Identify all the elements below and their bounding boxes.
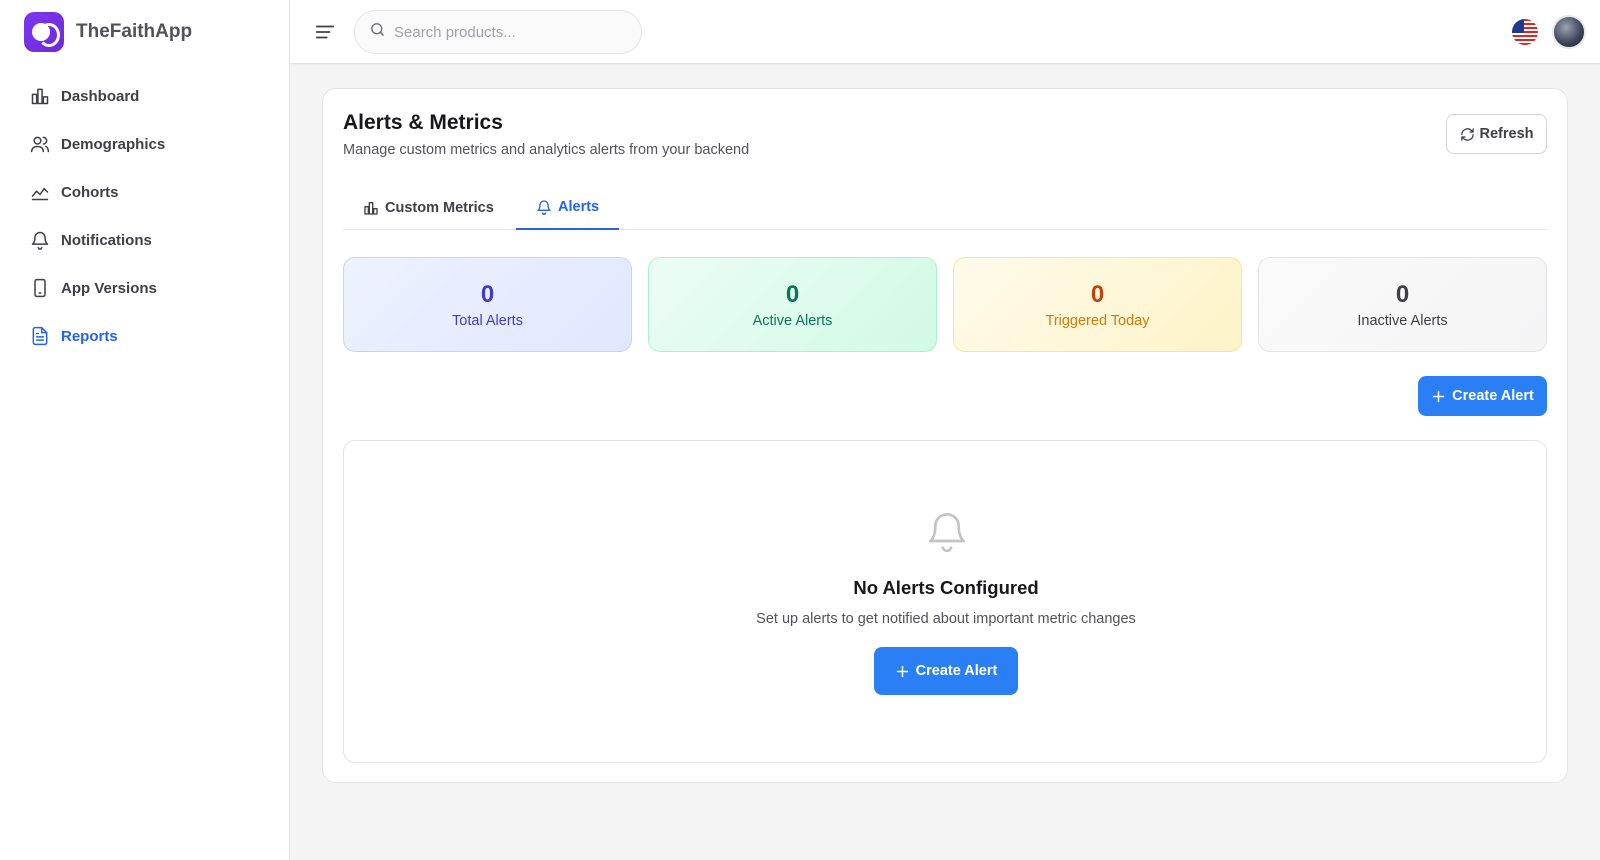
stat-value: 0 xyxy=(480,280,495,308)
stat-value: 0 xyxy=(785,280,800,308)
page-subtitle: Manage custom metrics and analytics aler… xyxy=(343,142,750,158)
bell-icon xyxy=(29,229,51,251)
page-title: Alerts & Metrics xyxy=(343,111,503,134)
tab-label: Custom Metrics xyxy=(385,199,494,216)
stat-label: Total Alerts xyxy=(452,312,523,329)
create-alert-label: Create Alert xyxy=(1452,388,1534,404)
top-bar xyxy=(290,0,1600,64)
sidebar: TheFaithApp Dashboard Demographics Cohor… xyxy=(0,0,290,860)
stat-inactive-alerts: 0 Inactive Alerts xyxy=(1258,257,1547,352)
sidebar-item-app-versions[interactable]: App Versions xyxy=(0,264,289,312)
tab-alerts[interactable]: Alerts xyxy=(516,185,620,230)
menu-toggle-icon[interactable] xyxy=(314,21,336,43)
plus-icon xyxy=(1431,389,1446,404)
search-box xyxy=(354,10,642,54)
app-logo-icon xyxy=(24,12,64,52)
stat-value: 0 xyxy=(1090,280,1105,308)
sidebar-item-label: Reports xyxy=(61,327,118,345)
refresh-icon xyxy=(1460,127,1475,142)
empty-state-title: No Alerts Configured xyxy=(853,577,1039,598)
sidebar-item-dashboard[interactable]: Dashboard xyxy=(0,72,289,120)
sidebar-item-label: Dashboard xyxy=(61,87,140,105)
empty-state-subtitle: Set up alerts to get notified about impo… xyxy=(756,611,1136,627)
trend-line-icon xyxy=(29,181,51,203)
sidebar-item-label: Cohorts xyxy=(61,183,119,201)
bell-icon xyxy=(927,509,967,553)
stat-triggered-today: 0 Triggered Today xyxy=(953,257,1242,352)
sidebar-nav: Dashboard Demographics Cohorts Notificat… xyxy=(0,72,289,360)
us-flag-icon[interactable] xyxy=(1512,19,1538,45)
stat-active-alerts: 0 Active Alerts xyxy=(648,257,937,352)
plus-icon xyxy=(895,664,910,679)
create-alert-label: Create Alert xyxy=(915,663,998,679)
alerts-metrics-card: Alerts & Metrics Manage custom metrics a… xyxy=(322,88,1568,783)
sidebar-item-reports[interactable]: Reports xyxy=(0,312,289,360)
sidebar-item-cohorts[interactable]: Cohorts xyxy=(0,168,289,216)
stat-label: Active Alerts xyxy=(752,312,833,329)
stat-label: Triggered Today xyxy=(1045,312,1150,329)
bell-icon xyxy=(536,199,552,215)
refresh-button[interactable]: Refresh xyxy=(1446,114,1547,154)
tab-bar: Custom Metrics Alerts xyxy=(343,185,1547,230)
sidebar-item-notifications[interactable]: Notifications xyxy=(0,216,289,264)
users-icon xyxy=(29,133,51,155)
brand-name: TheFaithApp xyxy=(76,21,193,42)
create-alert-button[interactable]: Create Alert xyxy=(874,647,1018,695)
brand[interactable]: TheFaithApp xyxy=(0,0,289,64)
sidebar-item-label: Notifications xyxy=(61,231,152,249)
bar-chart-icon xyxy=(29,85,51,107)
bar-chart-icon xyxy=(363,200,379,216)
tab-custom-metrics[interactable]: Custom Metrics xyxy=(343,185,514,230)
avatar[interactable] xyxy=(1552,15,1586,49)
sidebar-item-label: App Versions xyxy=(61,279,157,297)
search-icon xyxy=(369,21,386,43)
search-input[interactable] xyxy=(394,23,614,41)
tab-label: Alerts xyxy=(558,198,600,215)
stat-label: Inactive Alerts xyxy=(1357,312,1448,329)
stat-total-alerts: 0 Total Alerts xyxy=(343,257,632,352)
refresh-label: Refresh xyxy=(1479,126,1534,142)
document-icon xyxy=(29,325,51,347)
smartphone-icon xyxy=(29,277,51,299)
create-alert-button[interactable]: Create Alert xyxy=(1418,376,1547,416)
alert-stats: 0 Total Alerts 0 Active Alerts 0 Trigger… xyxy=(343,257,1547,352)
stat-value: 0 xyxy=(1395,280,1410,308)
sidebar-item-label: Demographics xyxy=(61,135,166,153)
empty-state: No Alerts Configured Set up alerts to ge… xyxy=(343,440,1547,763)
sidebar-item-demographics[interactable]: Demographics xyxy=(0,120,289,168)
